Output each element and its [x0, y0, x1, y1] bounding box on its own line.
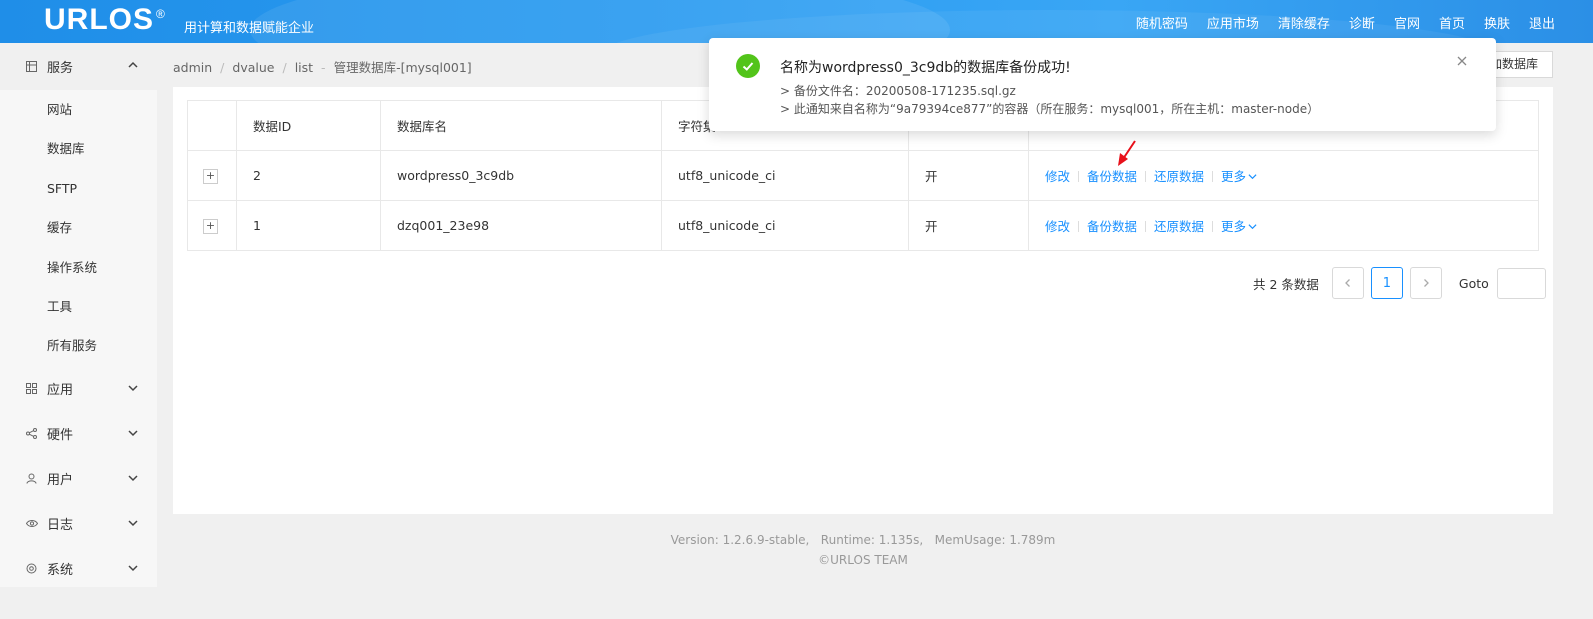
- sidebar-item-os[interactable]: 操作系统: [0, 248, 157, 287]
- chevron-down-icon: [128, 520, 138, 526]
- edit-link[interactable]: 修改: [1045, 169, 1070, 184]
- logo[interactable]: URLOS ®: [44, 3, 166, 37]
- backup-link[interactable]: 备份数据: [1087, 219, 1137, 234]
- cell-id: 2: [236, 150, 381, 201]
- sidebar-submenu: 网站 数据库 SFTP 缓存 操作系统 工具 所有服务: [0, 90, 157, 366]
- chevron-down-icon: [128, 475, 138, 481]
- breadcrumb-dvalue[interactable]: dvalue: [232, 60, 274, 75]
- column-header-id: 数据ID: [236, 100, 381, 151]
- notification-container-info: > 此通知来自名称为“9a79394ce877”的容器（所在服务：mysql00…: [780, 102, 1320, 116]
- sidebar-item-database[interactable]: 数据库: [0, 129, 157, 168]
- sidebar-group-hardware[interactable]: 硬件: [0, 411, 157, 456]
- cell-id: 1: [236, 200, 381, 251]
- cell-charset: utf8_unicode_ci: [661, 200, 909, 251]
- grid-icon: [25, 60, 38, 73]
- chevron-left-icon: [1344, 279, 1350, 287]
- breadcrumb-list[interactable]: list: [295, 60, 313, 75]
- chevron-down-icon: [128, 565, 138, 571]
- share-icon: [25, 427, 38, 440]
- sidebar-group-apps[interactable]: 应用: [0, 366, 157, 411]
- breadcrumb-admin[interactable]: admin: [173, 60, 212, 75]
- sidebar-group-services[interactable]: 服务: [0, 43, 157, 90]
- restore-link[interactable]: 还原数据: [1154, 219, 1204, 234]
- sidebar-item-sftp[interactable]: SFTP: [0, 169, 157, 208]
- top-nav: 随机密码 应用市场 清除缓存 诊断 官网 首页 换肤 退出: [1117, 13, 1555, 32]
- nav-clear-cache[interactable]: 清除缓存: [1278, 13, 1330, 32]
- cell-name: dzq001_23e98: [380, 200, 662, 251]
- eye-icon: [25, 517, 38, 530]
- sidebar-group-users[interactable]: 用户: [0, 456, 157, 501]
- column-header-expand: [187, 100, 237, 151]
- chevron-down-icon: [128, 430, 138, 436]
- success-check-icon: [736, 54, 760, 78]
- chevron-down-icon: [128, 385, 138, 391]
- sidebar-group-logs[interactable]: 日志: [0, 501, 157, 546]
- sidebar-item-website[interactable]: 网站: [0, 90, 157, 129]
- breadcrumb-current: 管理数据库-[mysql001]: [333, 60, 472, 75]
- annotation-arrow-icon: [1118, 140, 1136, 166]
- restore-link[interactable]: 还原数据: [1154, 169, 1204, 184]
- goto-label: Goto: [1458, 275, 1489, 291]
- cell-name: wordpress0_3c9db: [380, 150, 662, 201]
- edit-link[interactable]: 修改: [1045, 219, 1070, 234]
- more-dropdown[interactable]: 更多: [1221, 219, 1257, 234]
- nav-skin[interactable]: 换肤: [1484, 13, 1510, 32]
- cell-status: 开: [908, 200, 1029, 251]
- expand-row-button[interactable]: +: [203, 169, 218, 184]
- cell-status: 开: [908, 150, 1029, 201]
- sidebar-group-label: 用户: [47, 472, 74, 488]
- cell-actions: 修改 备份数据 还原数据 更多: [1028, 150, 1539, 201]
- gear-icon: [25, 562, 38, 575]
- user-icon: [25, 472, 38, 485]
- table-row: + 2 wordpress0_3c9db utf8_unicode_ci 开 修…: [187, 150, 1539, 201]
- success-notification: 名称为wordpress0_3c9db的数据库备份成功! > 备份文件名：202…: [709, 38, 1496, 131]
- nav-random-password[interactable]: 随机密码: [1136, 13, 1188, 32]
- pagination-total: 共 2 条数据: [1253, 276, 1319, 292]
- notification-title: 名称为wordpress0_3c9db的数据库备份成功!: [780, 60, 1071, 76]
- sidebar-item-all-services[interactable]: 所有服务: [0, 326, 157, 365]
- sidebar-group-label: 系统: [47, 562, 74, 578]
- breadcrumb: admin / dvalue / list - 管理数据库-[mysql001]: [173, 60, 472, 75]
- top-header: URLOS ® 用计算和数据赋能企业 随机密码 应用市场 清除缓存 诊断 官网 首…: [0, 0, 1593, 43]
- sidebar-group-label: 应用: [47, 382, 74, 398]
- main-panel: 数据ID 数据库名 字符集 + 2 wordpress0_3c9db utf8_…: [173, 87, 1553, 514]
- sidebar: 服务 网站 数据库 SFTP 缓存 操作系统 工具 所有服务 应用 硬件 用户: [0, 43, 157, 587]
- goto-input[interactable]: [1496, 267, 1546, 299]
- sidebar-group-system[interactable]: 系统: [0, 546, 157, 591]
- nav-logout[interactable]: 退出: [1529, 13, 1555, 32]
- sidebar-group-label: 日志: [47, 517, 74, 533]
- pagination: 共 2 条数据 1 Goto: [1253, 267, 1546, 299]
- backup-link[interactable]: 备份数据: [1087, 169, 1137, 184]
- next-page-button[interactable]: [1409, 267, 1442, 299]
- chevron-up-icon: [128, 61, 138, 68]
- footer-version: Version: 1.2.6.9-stable, Runtime: 1.135s…: [670, 533, 1056, 547]
- expand-row-button[interactable]: +: [203, 219, 218, 234]
- nav-official-site[interactable]: 官网: [1394, 13, 1420, 32]
- column-header-name: 数据库名: [380, 100, 662, 151]
- close-icon[interactable]: [1455, 54, 1469, 68]
- table-row: + 1 dzq001_23e98 utf8_unicode_ci 开 修改 备份数…: [187, 200, 1539, 251]
- slogan: 用计算和数据赋能企业: [184, 21, 315, 36]
- chevron-down-icon: [1248, 174, 1257, 180]
- sidebar-group-label: 硬件: [47, 427, 74, 443]
- cell-charset: utf8_unicode_ci: [661, 150, 909, 201]
- sidebar-group-label: 服务: [47, 61, 74, 76]
- sidebar-item-cache[interactable]: 缓存: [0, 208, 157, 247]
- sidebar-item-tools[interactable]: 工具: [0, 287, 157, 326]
- cell-actions: 修改 备份数据 还原数据 更多: [1028, 200, 1539, 251]
- chevron-right-icon: [1423, 279, 1429, 287]
- nav-diagnose[interactable]: 诊断: [1349, 13, 1375, 32]
- chevron-down-icon: [1248, 224, 1257, 230]
- prev-page-button[interactable]: [1331, 267, 1364, 299]
- apps-icon: [25, 382, 38, 395]
- nav-app-market[interactable]: 应用市场: [1207, 13, 1259, 32]
- footer: Version: 1.2.6.9-stable, Runtime: 1.135s…: [173, 530, 1553, 570]
- notification-backup-file: > 备份文件名：20200508-171235.sql.gz: [780, 84, 1016, 98]
- footer-copyright: ©URLOS TEAM: [818, 553, 908, 567]
- more-dropdown[interactable]: 更多: [1221, 169, 1257, 184]
- nav-home[interactable]: 首页: [1439, 13, 1465, 32]
- page-button-current[interactable]: 1: [1370, 267, 1403, 299]
